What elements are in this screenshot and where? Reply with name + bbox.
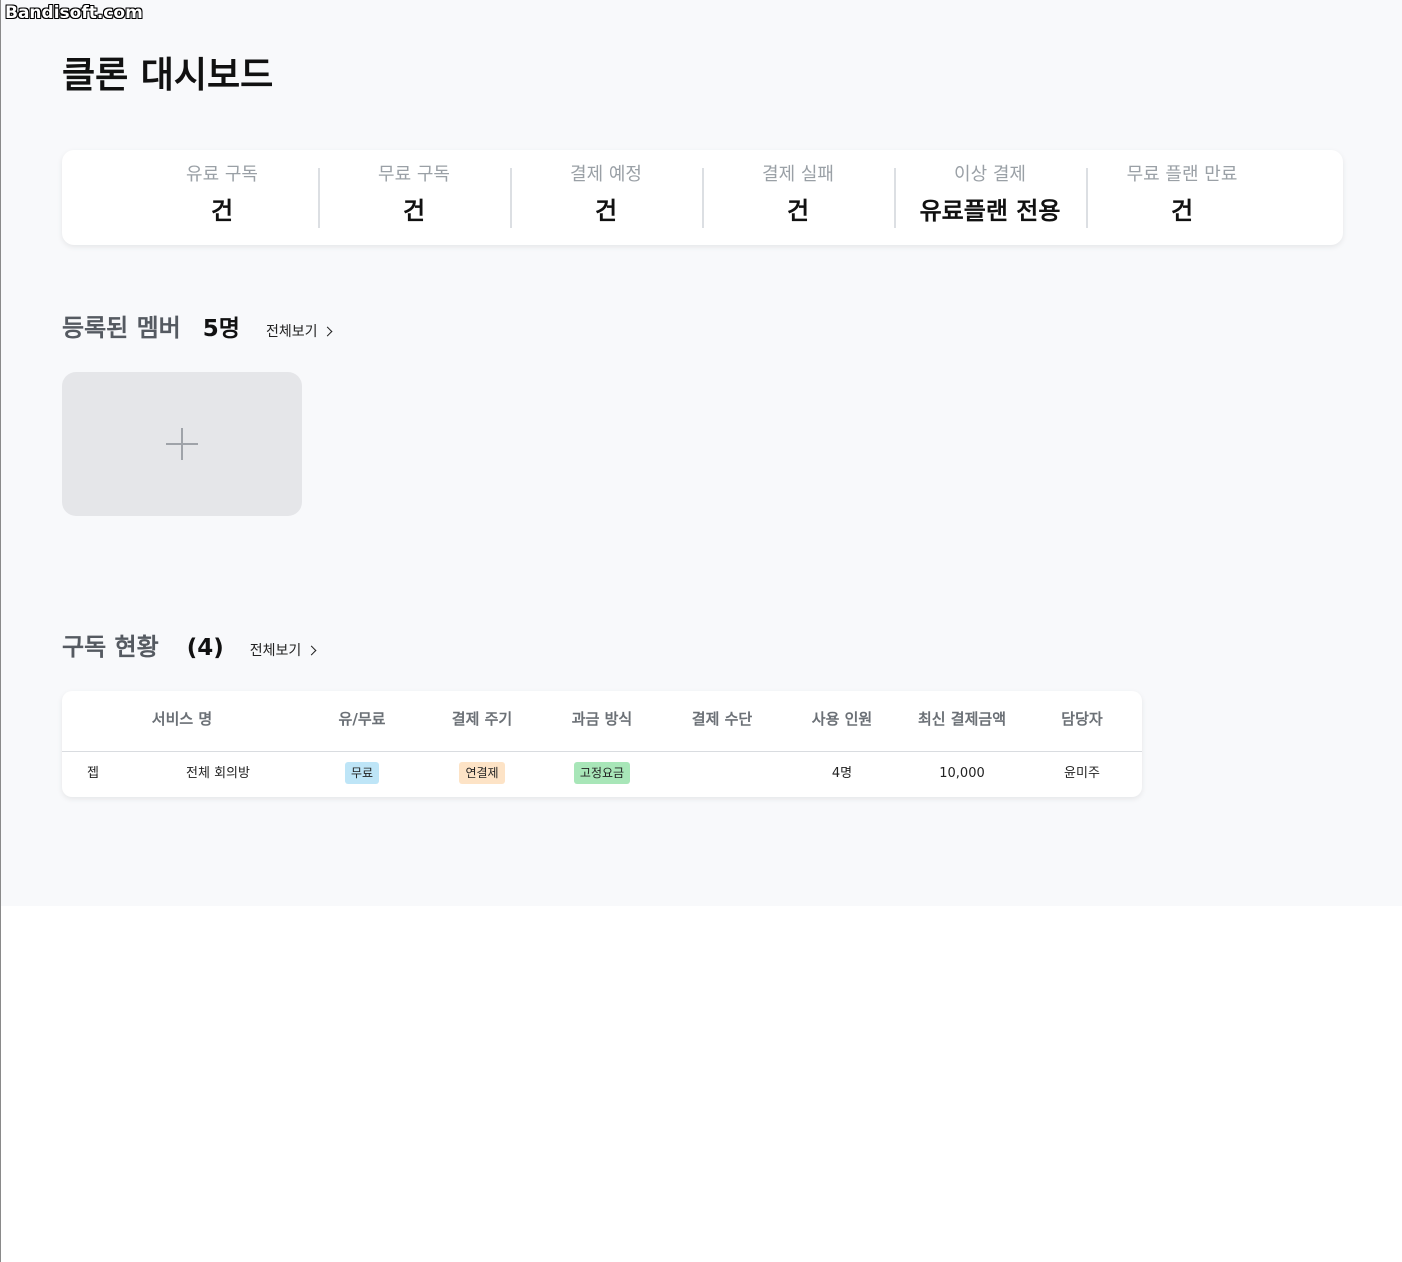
stat-paid-subscriptions: 유료 구독 건 [126, 150, 318, 245]
subscriptions-section-header: 구독 현황 (4) 전체보기 [62, 632, 317, 663]
stat-free-plan-expired: 무료 플랜 만료 건 [1086, 150, 1278, 245]
stat-payment-failed: 결제 실패 건 [702, 150, 894, 245]
subscriptions-table: 서비스 명 유/무료 결제 주기 과금 방식 결제 수단 사용 인원 최신 결제… [62, 691, 1142, 797]
stat-label: 유료 구독 [186, 164, 258, 185]
plus-icon [166, 428, 198, 460]
chevron-right-icon [306, 645, 317, 655]
column-header-paid: 유/무료 [338, 710, 386, 728]
stat-value: 건 [786, 197, 810, 225]
cell-manager: 윤미주 [1064, 766, 1100, 781]
column-header-method: 결제 수단 [691, 710, 753, 728]
stat-label: 결제 예정 [570, 164, 642, 185]
stat-value: 건 [1170, 197, 1194, 225]
cell-paid: 무료 [312, 762, 412, 786]
watermark: Bandisoft.com [5, 3, 143, 23]
cell-billing: 고정요금 [552, 762, 652, 786]
cell-amount: 10,000 [939, 766, 985, 781]
cell-users: 4명 [831, 766, 853, 781]
members-view-all-link[interactable]: 전체보기 [265, 321, 333, 341]
stats-card: 유료 구독 건 무료 구독 건 결제 예정 건 결제 실패 건 이상 결제 유료… [62, 150, 1343, 245]
cycle-badge: 연결제 [459, 762, 505, 784]
stat-value: 건 [210, 197, 234, 225]
subscriptions-count: (4) [186, 635, 224, 661]
table-divider [62, 751, 1142, 752]
stat-payment-scheduled: 결제 예정 건 [510, 150, 702, 245]
subscriptions-title: 구독 현황 [62, 633, 159, 661]
column-header-cycle: 결제 주기 [451, 710, 513, 728]
view-all-label: 전체보기 [249, 643, 302, 659]
column-header-users: 사용 인원 [811, 710, 873, 728]
cell-cycle: 연결제 [432, 762, 532, 786]
chevron-right-icon [323, 326, 333, 336]
stat-value: 유료플랜 전용 [919, 197, 1061, 225]
column-header-amount: 최신 결제금액 [917, 710, 1007, 728]
stat-value: 건 [594, 197, 618, 225]
column-header-service: 서비스 명 [151, 710, 213, 728]
members-count: 5명 [202, 316, 240, 342]
column-header-billing: 과금 방식 [571, 710, 633, 728]
dashboard-page: Bandisoft.com 클론 대시보드 유료 구독 건 무료 구독 건 결제… [1, 0, 1402, 906]
page-title: 클론 대시보드 [62, 55, 274, 96]
stat-value: 건 [402, 197, 426, 225]
cell-service: 전체 회의방 [186, 766, 250, 781]
stat-free-subscriptions: 무료 구독 건 [318, 150, 510, 245]
stat-abnormal-payment: 이상 결제 유료플랜 전용 [894, 150, 1086, 245]
stat-label: 무료 구독 [378, 164, 450, 185]
stat-label: 무료 플랜 만료 [1126, 164, 1238, 185]
column-header-manager: 담당자 [1061, 710, 1103, 728]
stat-label: 이상 결제 [954, 164, 1026, 185]
paid-badge: 무료 [344, 762, 380, 784]
members-title: 등록된 멤버 [62, 314, 181, 342]
service-logo: 젭 [87, 766, 99, 781]
view-all-label: 전체보기 [265, 324, 318, 340]
stat-label: 결제 실패 [762, 164, 834, 185]
members-section-header: 등록된 멤버 5명 전체보기 [62, 313, 333, 344]
subscriptions-view-all-link[interactable]: 전체보기 [249, 640, 317, 660]
billing-badge: 고정요금 [573, 762, 631, 784]
add-member-button[interactable] [62, 372, 302, 516]
